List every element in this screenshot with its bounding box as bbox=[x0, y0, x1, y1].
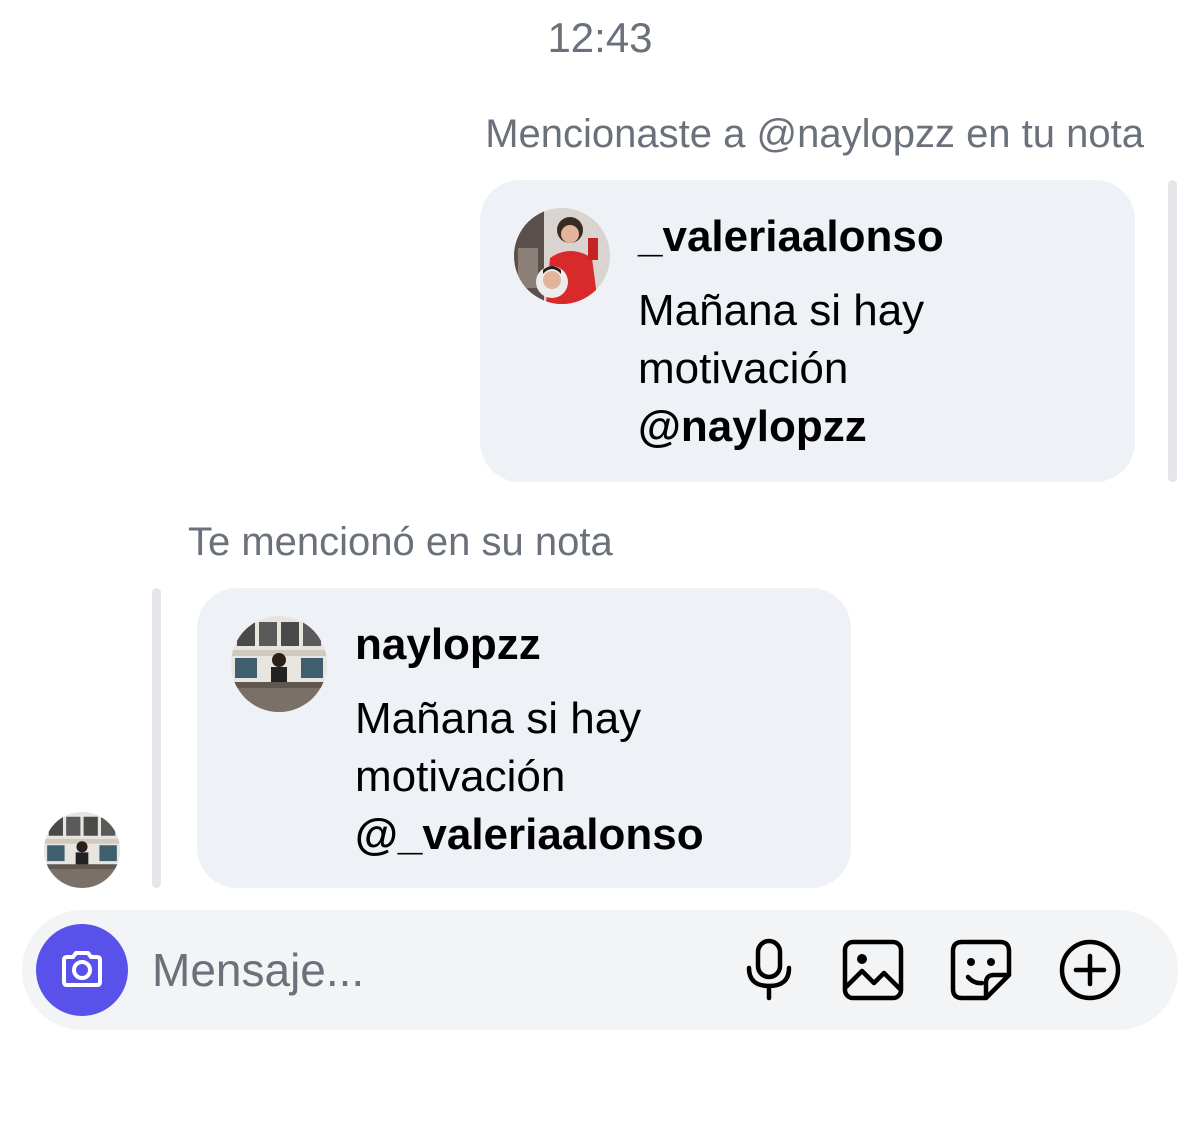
note-username: _valeriaalonso bbox=[638, 212, 944, 261]
note-text-line: motivación bbox=[638, 344, 849, 393]
avatar-photo bbox=[44, 812, 120, 888]
message-timestamp: 12:43 bbox=[547, 14, 653, 61]
note-author-avatar[interactable] bbox=[514, 208, 610, 304]
microphone-button[interactable] bbox=[735, 936, 803, 1004]
camera-button[interactable] bbox=[36, 924, 128, 1016]
sticker-icon bbox=[950, 939, 1012, 1001]
reply-indicator-bar bbox=[152, 588, 161, 888]
note-text-line: Mañana si hay bbox=[355, 694, 642, 743]
note-text-line: Mañana si hay bbox=[638, 286, 925, 335]
gallery-icon bbox=[842, 939, 904, 1001]
note-mention-link[interactable]: @_valeriaalonso bbox=[355, 806, 704, 864]
note-text-line: motivación bbox=[355, 752, 566, 801]
message-composer bbox=[22, 910, 1178, 1030]
incoming-note-bubble[interactable]: naylopzz Mañana si hay motivación @_vale… bbox=[197, 588, 851, 888]
note-username: naylopzz bbox=[355, 620, 541, 669]
avatar-photo bbox=[231, 616, 327, 712]
sender-avatar[interactable] bbox=[44, 812, 120, 888]
more-options-button[interactable] bbox=[1056, 936, 1124, 1004]
note-text: Mañana si hay motivación @_valeriaalonso bbox=[355, 690, 704, 864]
avatar-photo bbox=[514, 208, 610, 304]
outgoing-note-caption: Mencionaste a @naylopzz en tu nota bbox=[485, 112, 1144, 156]
camera-icon bbox=[62, 951, 102, 987]
outgoing-note-bubble[interactable]: _valeriaalonso Mañana si hay motivación … bbox=[480, 180, 1135, 482]
plus-icon bbox=[1059, 939, 1121, 1001]
microphone-icon bbox=[746, 938, 792, 1001]
reply-indicator-bar bbox=[1168, 180, 1177, 482]
incoming-note-caption: Te mencionó en su nota bbox=[188, 520, 613, 564]
note-author-avatar[interactable] bbox=[231, 616, 327, 712]
message-input[interactable] bbox=[152, 932, 712, 1008]
note-mention-link[interactable]: @naylopzz bbox=[638, 398, 924, 456]
sticker-button[interactable] bbox=[947, 936, 1015, 1004]
gallery-button[interactable] bbox=[839, 936, 907, 1004]
note-text: Mañana si hay motivación @naylopzz bbox=[638, 282, 924, 456]
